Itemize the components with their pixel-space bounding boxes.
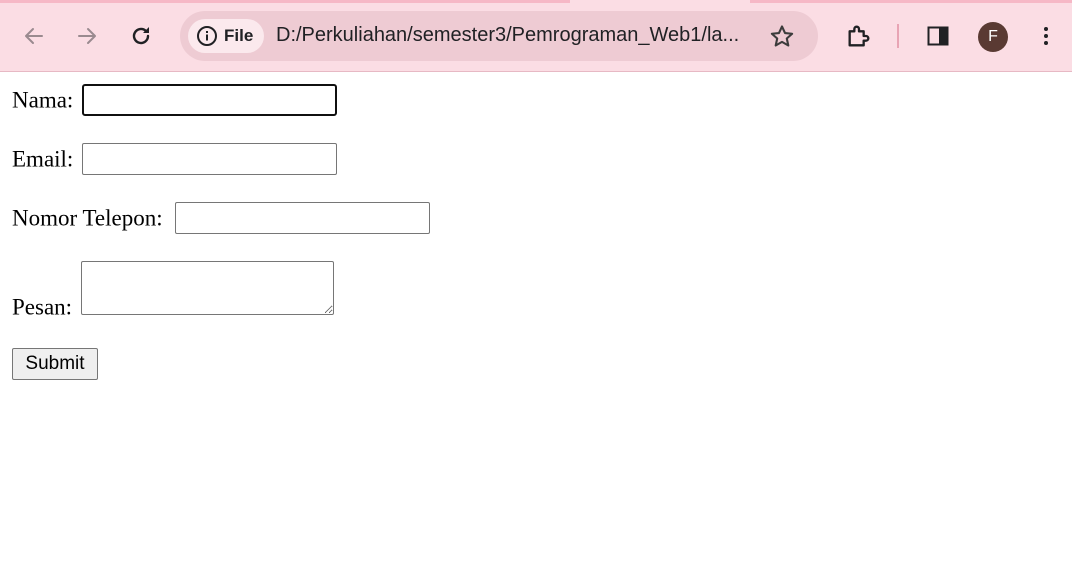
star-icon [770, 25, 794, 47]
email-row: Email: [12, 145, 73, 173]
url-text[interactable]: D:/Perkuliahan/semester3/Pemrograman_Web… [276, 24, 739, 47]
extensions-button[interactable] [841, 18, 877, 54]
info-icon [197, 26, 217, 46]
tab-strip-edge [0, 0, 570, 3]
browser-toolbar: File D:/Perkuliahan/semester3/Pemrograma… [0, 0, 1072, 72]
telepon-row: Nomor Telepon: [12, 204, 163, 232]
nama-input[interactable] [82, 84, 337, 116]
extensions-icon [848, 25, 870, 47]
address-bar[interactable]: File D:/Perkuliahan/semester3/Pemrograma… [180, 11, 818, 61]
pesan-row: Pesan: [12, 293, 72, 321]
telepon-input[interactable] [175, 202, 430, 234]
back-arrow-icon [25, 28, 43, 44]
pesan-textarea[interactable] [81, 261, 334, 315]
profile-avatar[interactable]: F [978, 22, 1008, 52]
email-label: Email: [12, 146, 74, 172]
tab-strip-edge-right [750, 0, 1072, 3]
reload-icon [132, 27, 150, 45]
telepon-label: Nomor Telepon: [12, 205, 163, 231]
pesan-label: Pesan: [12, 294, 73, 320]
nama-label: Nama: [12, 87, 74, 113]
side-panel-icon [927, 26, 949, 46]
toolbar-separator [897, 24, 899, 48]
back-button[interactable] [16, 18, 52, 54]
forward-button[interactable] [69, 18, 105, 54]
forward-arrow-icon [78, 28, 96, 44]
submit-button[interactable]: Submit [12, 348, 98, 380]
page-info-label: File [224, 26, 254, 45]
more-vert-icon [1044, 27, 1048, 45]
bookmark-button[interactable] [768, 23, 796, 51]
side-panel-button[interactable] [920, 18, 956, 54]
page-info-chip[interactable]: File [188, 19, 264, 53]
reload-button[interactable] [123, 18, 159, 54]
nama-row: Nama: [12, 86, 73, 114]
menu-button[interactable] [1028, 18, 1064, 54]
email-input[interactable] [82, 143, 337, 175]
